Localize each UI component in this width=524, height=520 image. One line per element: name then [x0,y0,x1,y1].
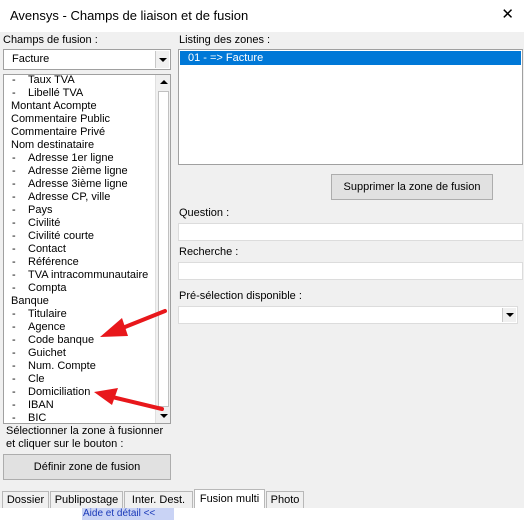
merge-field-item[interactable]: - Pays [4,204,156,217]
fields-scrollbar[interactable] [155,75,170,423]
merge-field-item[interactable]: - IBAN [4,399,156,412]
question-label: Question : [179,207,230,219]
tab-bar: Dossier Publipostage Inter. Dest. Fusion… [0,488,524,520]
instruction-line-1: Sélectionner la zone à fusionner [6,425,164,437]
instruction-line-2: et cliquer sur le bouton : [6,438,124,450]
title-bar: Avensys - Champs de liaison et de fusion… [0,0,524,32]
merge-field-item[interactable]: Commentaire Public [4,113,156,126]
merge-field-item[interactable]: - Guichet [4,347,156,360]
search-label: Recherche : [179,246,239,258]
merge-field-item[interactable]: - Code banque [4,334,156,347]
chevron-down-icon[interactable] [155,51,169,68]
merge-field-item[interactable]: Commentaire Privé [4,126,156,139]
window-title: Avensys - Champs de liaison et de fusion [10,8,249,23]
merge-field-item[interactable]: - Adresse CP, ville [4,191,156,204]
merge-field-item[interactable]: - Adresse 2ième ligne [4,165,156,178]
preselection-combo[interactable] [178,306,518,324]
preselection-label: Pré-sélection disponible : [179,290,302,302]
merge-field-item[interactable]: - Contact [4,243,156,256]
define-zone-button[interactable]: Définir zone de fusion [3,454,171,480]
help-link[interactable]: Aide et détail << [82,508,174,520]
merge-field-item[interactable]: Nom destinataire [4,139,156,152]
merge-field-item[interactable]: - Num. Compte [4,360,156,373]
tab-inter-dest[interactable]: Inter. Dest. [124,491,193,508]
tab-strip: Dossier Publipostage Inter. Dest. Fusion… [0,488,524,508]
scroll-down-icon[interactable] [156,409,170,423]
merge-source-combo[interactable]: Facture [3,49,171,70]
merge-field-item[interactable]: - Adresse 3ième ligne [4,178,156,191]
merge-field-item[interactable]: - BIC [4,412,156,423]
question-field[interactable] [178,223,523,241]
tab-dossier[interactable]: Dossier [2,491,49,508]
scroll-up-icon[interactable] [156,75,170,89]
merge-field-item[interactable]: - Agence [4,321,156,334]
merge-field-item[interactable]: - Civilité [4,217,156,230]
merge-field-item[interactable]: - Titulaire [4,308,156,321]
zone-item-selected[interactable]: 01 - => Facture [180,51,521,65]
scroll-thumb[interactable] [158,91,169,407]
merge-field-item[interactable]: - Adresse 1er ligne [4,152,156,165]
merge-fields-list[interactable]: - Taux TVA - Libellé TVA Montant Acompte Comm… [3,74,171,424]
zones-listing-label: Listing des zones : [179,34,271,46]
merge-fields-label: Champs de fusion : [3,34,98,46]
search-field[interactable] [178,262,523,280]
tab-photo[interactable]: Photo [266,491,304,508]
merge-field-item[interactable]: - TVA intracommunautaire [4,269,156,282]
merge-field-item[interactable]: - Taux TVA [4,75,156,87]
chevron-down-icon[interactable] [502,308,516,322]
zones-listbox[interactable]: 01 - => Facture [178,49,523,165]
merge-field-item[interactable]: - Référence [4,256,156,269]
delete-zone-button[interactable]: Supprimer la zone de fusion [331,174,493,200]
tab-publipostage[interactable]: Publipostage [50,491,123,508]
merge-source-value: Facture [12,53,50,65]
merge-fields-items: - Taux TVA - Libellé TVA Montant Acompte Comm… [4,75,156,423]
merge-field-item[interactable]: Montant Acompte [4,100,156,113]
close-icon[interactable]: ✕ [501,5,514,23]
merge-field-item[interactable]: - Civilité courte [4,230,156,243]
tab-fusion-multi[interactable]: Fusion multi [194,489,265,508]
merge-field-item[interactable]: Banque [4,295,156,308]
merge-field-item[interactable]: - Libellé TVA [4,87,156,100]
merge-field-item[interactable]: - Domiciliation [4,386,156,399]
merge-field-item[interactable]: - Compta [4,282,156,295]
merge-field-item[interactable]: - Cle [4,373,156,386]
